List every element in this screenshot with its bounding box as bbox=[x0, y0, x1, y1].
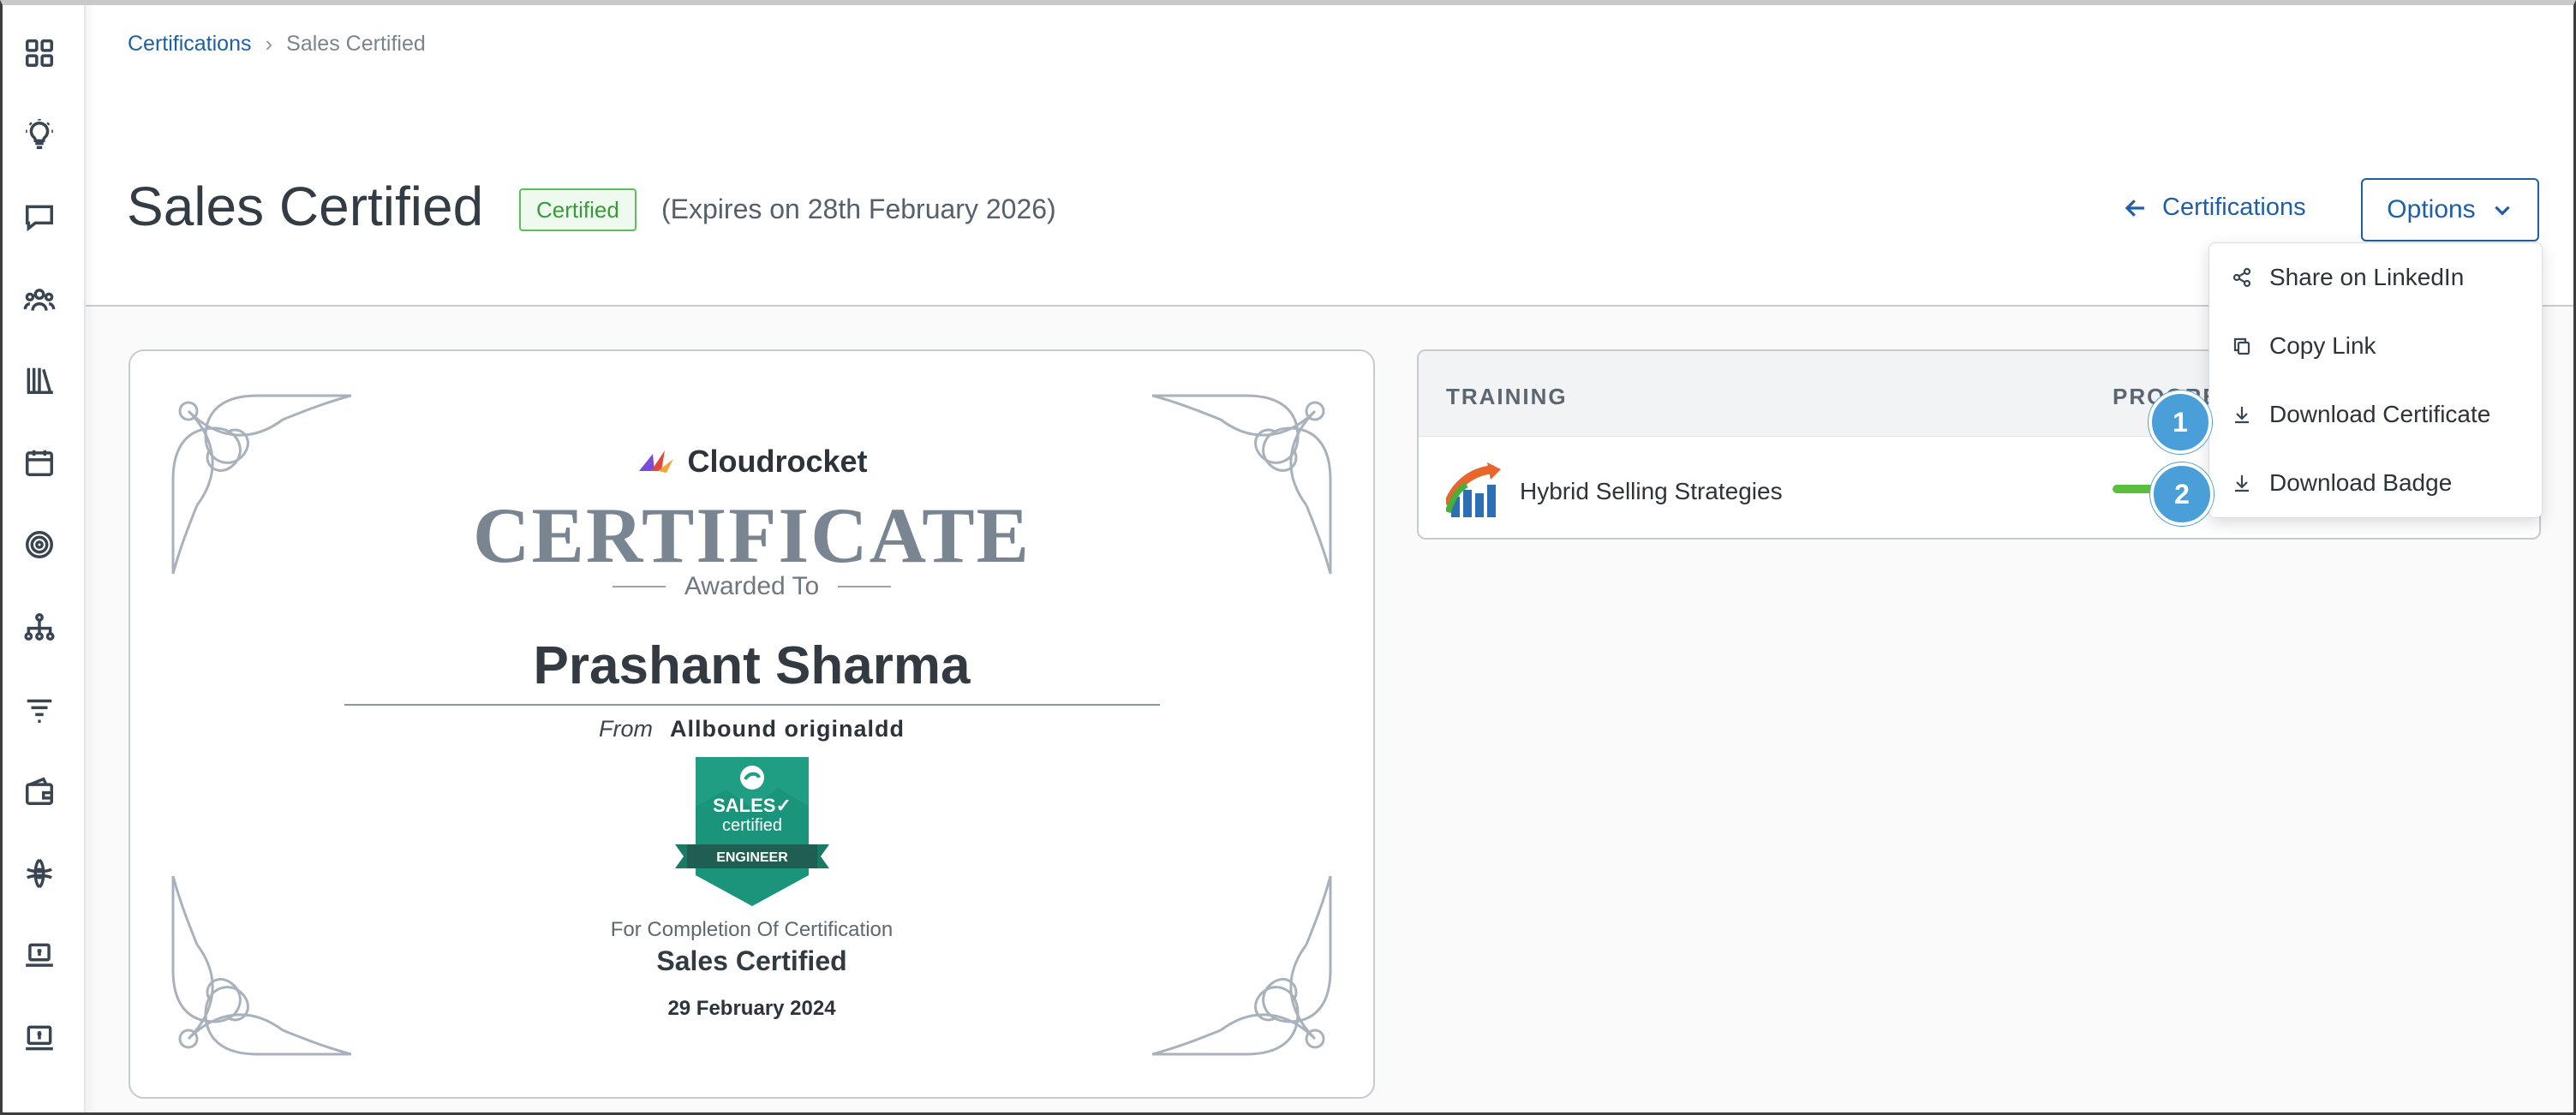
options-dropdown-menu: Share on LinkedIn Copy Link Download Cer… bbox=[2208, 242, 2543, 518]
chevron-down-icon bbox=[2494, 206, 2510, 216]
step-marker-2: 2 bbox=[2150, 462, 2214, 526]
grid-icon[interactable] bbox=[22, 36, 57, 70]
chat-icon[interactable] bbox=[22, 200, 57, 235]
breadcrumb: Certifications › Sales Certified bbox=[128, 31, 426, 57]
brand-name: Cloudrocket bbox=[687, 444, 868, 479]
menu-item-copy-link[interactable]: Copy Link bbox=[2209, 312, 2542, 380]
badge-line1: SALES✓ bbox=[713, 795, 792, 816]
menu-item-share-linkedin[interactable]: Share on LinkedIn bbox=[2209, 243, 2542, 312]
arrow-left-icon bbox=[2125, 199, 2144, 217]
sales-certified-badge: SALES✓ certified ENGINEER bbox=[675, 755, 829, 908]
breadcrumb-parent-link[interactable]: Certifications bbox=[128, 32, 252, 57]
step-marker-1: 1 bbox=[2149, 391, 2212, 454]
training-thumbnail bbox=[1443, 462, 1503, 519]
badge-ribbon: ENGINEER bbox=[716, 850, 788, 865]
network-icon[interactable] bbox=[22, 856, 57, 891]
org-chart-icon[interactable] bbox=[22, 610, 57, 644]
chevron-right-icon: › bbox=[265, 31, 273, 57]
menu-item-download-certificate[interactable]: Download Certificate bbox=[2209, 380, 2542, 449]
awarded-to-label: Awarded To bbox=[684, 572, 820, 600]
page-title: Sales Certified bbox=[127, 176, 484, 237]
expiry-text: (Expires on 28th February 2026) bbox=[661, 194, 1056, 224]
breadcrumb-current: Sales Certified bbox=[286, 32, 426, 56]
wallet-icon[interactable] bbox=[22, 774, 57, 808]
target-icon[interactable] bbox=[22, 528, 57, 562]
cloudrocket-logo-icon bbox=[639, 450, 674, 473]
certificate-heading: CERTIFICATE bbox=[473, 492, 1031, 579]
recipient-name: Prashant Sharma bbox=[533, 636, 971, 695]
menu-item-label: Download Badge bbox=[2269, 469, 2453, 496]
awarded-to-row: Awarded To bbox=[130, 572, 1373, 601]
calendar-icon[interactable] bbox=[22, 445, 57, 480]
column-header-training: TRAINING bbox=[1446, 384, 1568, 409]
users-icon[interactable] bbox=[22, 283, 57, 317]
completion-text: For Completion Of Certification bbox=[610, 918, 894, 941]
certificate-preview: Cloudrocket CERTIFICATE Awarded To Prash… bbox=[129, 349, 1375, 1099]
copy-icon bbox=[2233, 337, 2250, 355]
library-icon[interactable] bbox=[22, 363, 57, 397]
certificate-date: 29 February 2024 bbox=[667, 997, 836, 1020]
from-row: From Allbound originaldd bbox=[130, 716, 1373, 742]
from-organization: Allbound originaldd bbox=[670, 716, 905, 742]
lightbulb-icon[interactable] bbox=[22, 118, 57, 152]
options-button[interactable]: Options bbox=[2361, 178, 2539, 241]
menu-item-label: Copy Link bbox=[2269, 332, 2376, 359]
back-link-label: Certifications bbox=[2162, 194, 2306, 221]
download-icon bbox=[2235, 407, 2249, 424]
training-name[interactable]: Hybrid Selling Strategies bbox=[1520, 478, 1783, 505]
certification-name: Sales Certified bbox=[656, 945, 847, 976]
menu-item-download-badge[interactable]: Download Badge bbox=[2209, 449, 2542, 517]
back-to-certifications-link[interactable]: Certifications bbox=[2123, 194, 2306, 222]
monitor-dollar-icon[interactable] bbox=[22, 1021, 57, 1055]
download-icon bbox=[2235, 475, 2249, 492]
cloudrocket-logo: Cloudrocket bbox=[130, 444, 1373, 480]
sidebar bbox=[0, 0, 86, 1115]
menu-item-label: Download Certificate bbox=[2269, 401, 2491, 427]
funnel-icon[interactable] bbox=[22, 692, 57, 726]
badge-line2: certified bbox=[722, 816, 782, 835]
from-label: From bbox=[599, 716, 654, 742]
options-label: Options bbox=[2387, 195, 2476, 224]
menu-item-label: Share on LinkedIn bbox=[2269, 264, 2465, 290]
laptop-dollar-icon[interactable] bbox=[22, 939, 57, 973]
recipient-underline bbox=[344, 704, 1160, 706]
divider-line bbox=[838, 586, 892, 587]
share-icon bbox=[2232, 267, 2251, 288]
divider-line bbox=[612, 586, 666, 587]
status-badge: Certified bbox=[519, 188, 637, 231]
